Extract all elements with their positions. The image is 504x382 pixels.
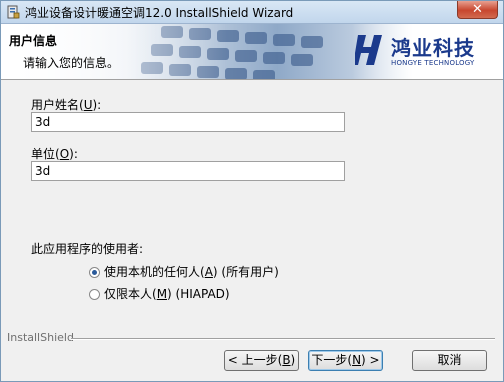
username-label: 用户姓名(U): [31, 98, 102, 112]
banner-subtitle: 请输入您的信息。 [23, 56, 120, 70]
window-title: 鸿业设备设计暖通空调12.0 InstallShield Wizard [25, 6, 294, 20]
logo-chinese-text: 鸿业科技 [391, 36, 475, 60]
organization-label: 单位(O): [31, 147, 78, 161]
title-bar: 鸿业设备设计暖通空调12.0 InstallShield Wizard ✕ [1, 1, 503, 24]
window-close-button[interactable]: ✕ [457, 1, 498, 19]
next-button[interactable]: 下一步(N) > [308, 350, 383, 371]
footer-divider [71, 338, 495, 340]
banner-title: 用户信息 [9, 34, 58, 48]
usage-group-label: 此应用程序的使用者: [31, 242, 144, 256]
installer-window: 鸿业设备设计暖通空调12.0 InstallShield Wizard ✕ 用户… [0, 0, 504, 382]
installshield-brand-label: InstallShield [7, 331, 74, 344]
radio-anyone-button[interactable] [89, 267, 100, 278]
hongye-logo-icon [355, 35, 382, 65]
installer-app-icon [7, 5, 20, 19]
logo-english-text: HONGYE TECHNOLOGY [391, 59, 475, 67]
username-input[interactable] [31, 112, 345, 132]
hongye-logo: 鸿业科技 HONGYE TECHNOLOGY [355, 32, 493, 72]
back-button[interactable]: < 上一步(B) [224, 350, 299, 371]
cancel-button[interactable]: 取消 [412, 350, 487, 371]
radio-anyone[interactable]: 使用本机的任何人(A) (所有用户) [89, 263, 279, 280]
radio-only-me-button[interactable] [89, 289, 100, 300]
radio-only-me[interactable]: 仅限本人(M) (HIAPAD) [89, 285, 230, 302]
close-icon: ✕ [472, 2, 483, 17]
organization-input[interactable] [31, 161, 345, 181]
header-banner: 用户信息 请输入您的信息。 鸿业科技 HONGYE TECHNOLOGY [1, 24, 503, 80]
